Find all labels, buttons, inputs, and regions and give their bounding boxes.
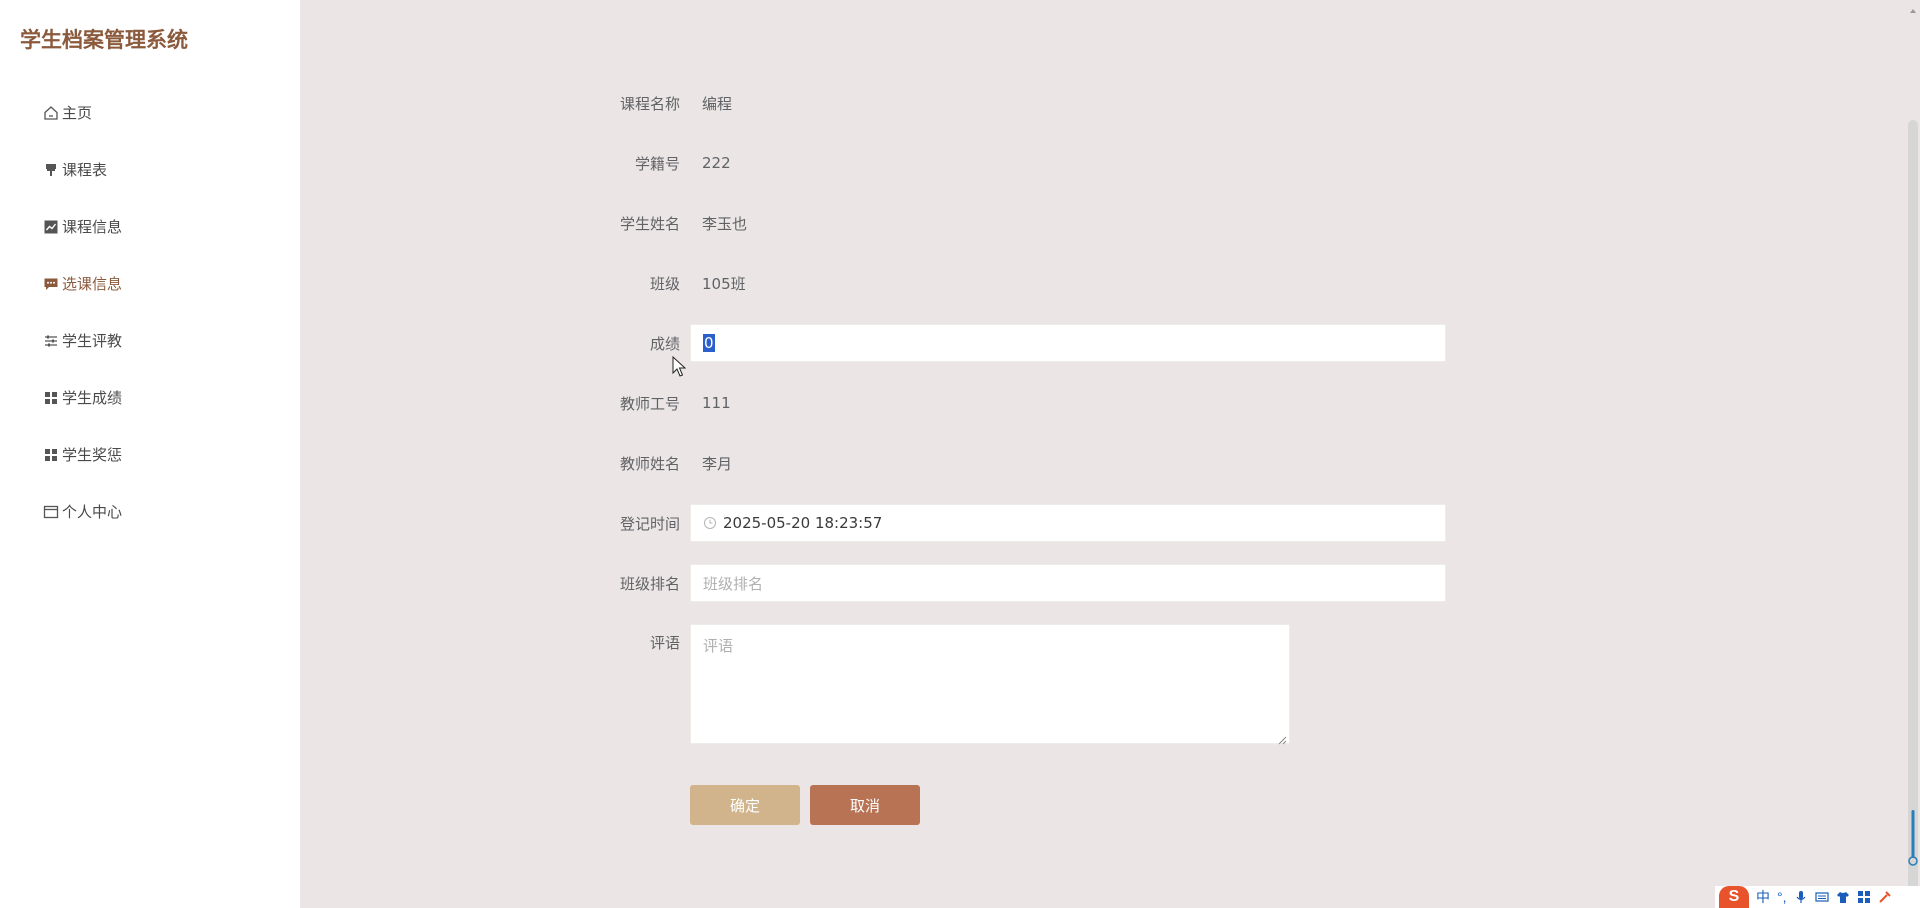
register-time-row: 登记时间 2025-05-20 18:23:57 [600, 504, 1450, 542]
sidebar-menu: 主页 课程表 课程信息 选课信息 学生评教 学生成绩 学生奖惩 个人中心 [0, 84, 300, 540]
sidebar-item-schedule[interactable]: 课程表 [0, 141, 300, 198]
sidebar-item-label: 学生奖惩 [62, 446, 123, 464]
grid-icon [43, 390, 59, 406]
comment-textarea[interactable]: 评语 [690, 624, 1290, 745]
teacher-id-value: 111 [702, 394, 731, 412]
page-scrollbar[interactable] [1906, 0, 1920, 908]
class-label: 班级 [649, 274, 680, 293]
keyboard-icon[interactable] [1814, 890, 1829, 904]
sidebar-item-enrollment[interactable]: 选课信息 [0, 255, 300, 312]
ime-lang-toggle[interactable]: 中 [1756, 887, 1770, 907]
sidebar-item-evaluation[interactable]: 学生评教 [0, 312, 300, 369]
course-name-label: 课程名称 [619, 94, 680, 113]
apps-grid-icon[interactable] [1857, 890, 1871, 904]
class-rank-input[interactable]: 班级排名 [690, 564, 1446, 602]
teacher-id-row: 教师工号 111 [600, 384, 1450, 422]
sogou-logo-icon[interactable]: S [1719, 886, 1749, 908]
sidebar-item-label: 课程信息 [62, 218, 123, 236]
confirm-button[interactable]: 确定 [690, 785, 800, 825]
comment-label: 评语 [649, 634, 680, 652]
class-rank-placeholder: 班级排名 [703, 574, 764, 593]
class-value: 105班 [702, 274, 746, 293]
student-id-label: 学籍号 [634, 154, 680, 173]
score-row: 成绩 0 [600, 324, 1450, 362]
scroll-indicator-icon [1908, 808, 1918, 868]
comment-placeholder: 评语 [703, 637, 734, 655]
window-icon [43, 504, 59, 520]
comment-row: 评语 评语 [600, 624, 1450, 745]
teacher-name-value: 李月 [702, 454, 733, 473]
sidebar-item-label: 个人中心 [62, 503, 123, 521]
register-time-picker[interactable]: 2025-05-20 18:23:57 [690, 504, 1446, 542]
mouse-cursor-icon [672, 355, 687, 378]
sidebar-item-label: 选课信息 [62, 275, 123, 293]
sidebar-item-home[interactable]: 主页 [0, 84, 300, 141]
chart-icon [43, 219, 59, 235]
scroll-up-arrow-icon[interactable] [1909, 2, 1917, 13]
student-id-row: 学籍号 222 [600, 144, 1450, 182]
chat-icon [43, 276, 59, 292]
sidebar: 学生档案管理系统 主页 课程表 课程信息 选课信息 学生评教 学生成绩 学生奖惩… [0, 0, 300, 908]
clock-icon [703, 516, 717, 530]
sidebar-item-label: 主页 [62, 104, 93, 122]
score-input[interactable]: 0 [690, 324, 1446, 362]
actions-row: 确定 取消 [600, 785, 1450, 825]
grid-icon [43, 447, 59, 463]
teacher-name-row: 教师姓名 李月 [600, 444, 1450, 482]
app-title: 学生档案管理系统 [20, 28, 188, 52]
score-value: 0 [703, 334, 715, 352]
class-rank-label: 班级排名 [619, 574, 680, 593]
resize-grip-icon[interactable] [1277, 731, 1287, 745]
sidebar-item-label: 学生成绩 [62, 389, 123, 407]
student-id-value: 222 [702, 154, 731, 172]
score-label: 成绩 [649, 334, 680, 353]
student-name-value: 李玉也 [702, 214, 748, 233]
tools-icon[interactable] [1878, 890, 1892, 904]
class-rank-row: 班级排名 班级排名 [600, 564, 1450, 602]
teacher-id-label: 教师工号 [619, 394, 680, 413]
cancel-button[interactable]: 取消 [810, 785, 920, 825]
home-icon [43, 105, 59, 121]
teacher-name-label: 教师姓名 [619, 454, 680, 473]
sidebar-item-rewards[interactable]: 学生奖惩 [0, 426, 300, 483]
register-time-value: 2025-05-20 18:23:57 [723, 514, 883, 532]
student-name-label: 学生姓名 [619, 214, 680, 233]
class-row: 班级 105班 [600, 264, 1450, 302]
student-name-row: 学生姓名 李玉也 [600, 204, 1450, 242]
microphone-icon[interactable] [1794, 890, 1808, 904]
scrollbar-thumb[interactable] [1908, 120, 1918, 908]
sidebar-item-label: 学生评教 [62, 332, 123, 350]
sliders-icon [43, 333, 59, 349]
brush-icon [43, 162, 59, 178]
sidebar-item-course-info[interactable]: 课程信息 [0, 198, 300, 255]
sidebar-item-grades[interactable]: 学生成绩 [0, 369, 300, 426]
course-name-value: 编程 [702, 94, 733, 113]
sidebar-item-label: 课程表 [62, 161, 108, 179]
ime-toolbar: S 中 °, [1715, 886, 1920, 908]
course-name-row: 课程名称 编程 [600, 84, 1450, 122]
ime-punct-toggle[interactable]: °, [1777, 889, 1787, 905]
skin-shirt-icon[interactable] [1836, 890, 1850, 904]
sidebar-item-profile[interactable]: 个人中心 [0, 483, 300, 540]
register-time-label: 登记时间 [619, 514, 680, 533]
